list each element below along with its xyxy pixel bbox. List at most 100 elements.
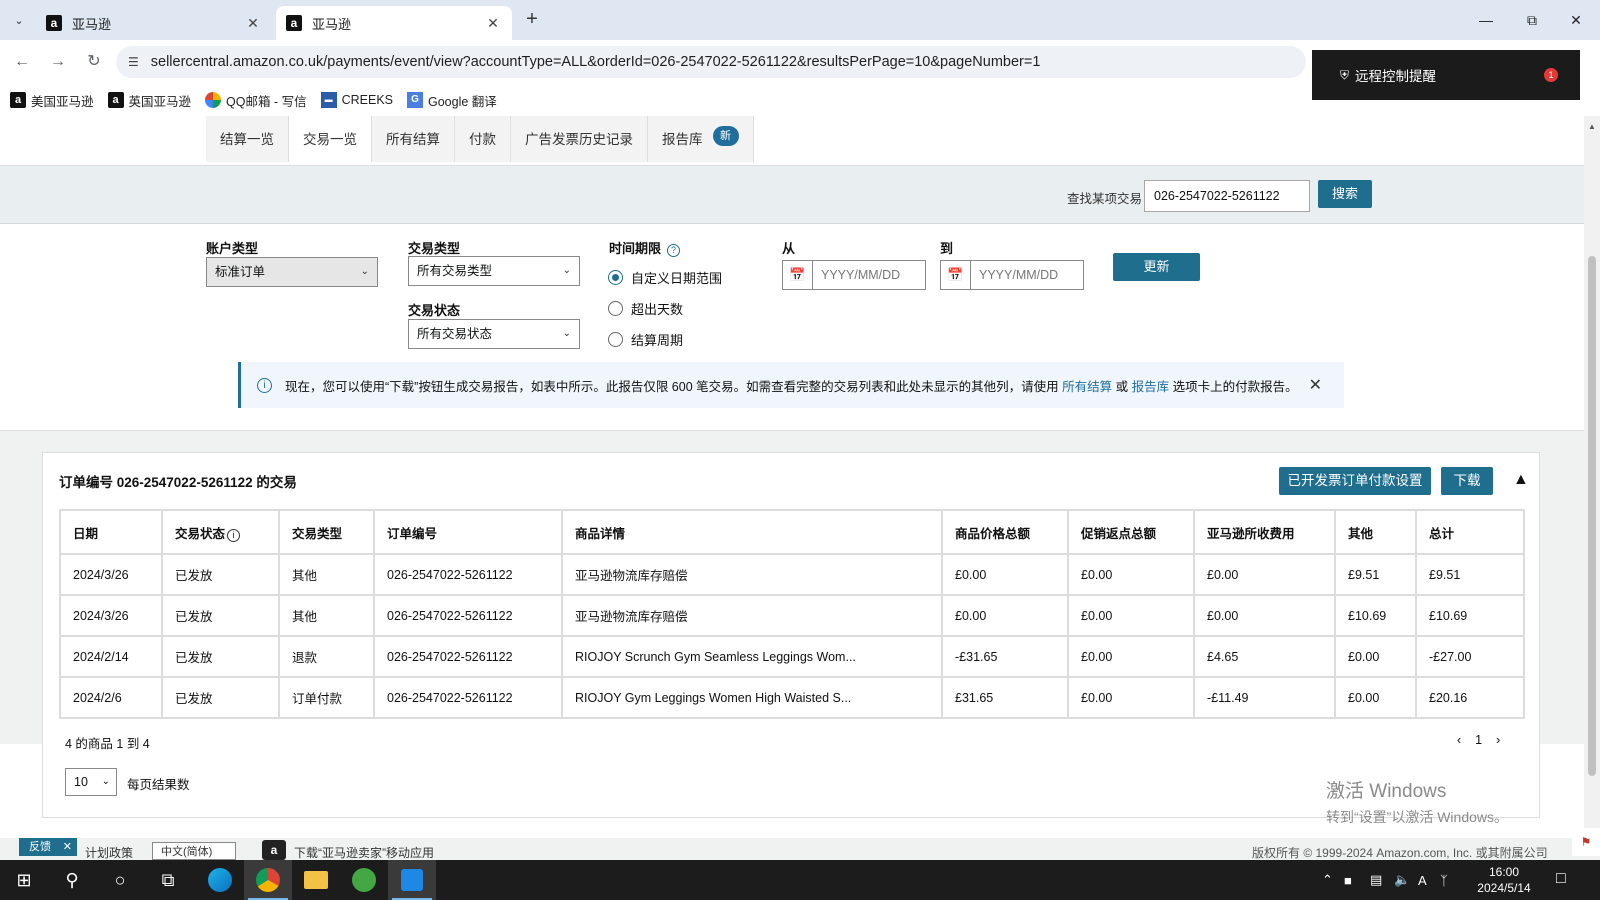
download-button[interactable]: 下载 <box>1441 467 1493 495</box>
new-tab-icon[interactable]: + <box>520 8 544 32</box>
browser-tab[interactable]: a 亚马逊 ✕ <box>36 6 272 40</box>
tray-app-icon[interactable]: ■ <box>1344 860 1352 900</box>
remote-control-notice[interactable]: ⛨ 远程控制提醒 1 <box>1312 50 1580 100</box>
time-period-label: 时间期限? <box>609 238 681 257</box>
scrollbar-thumb[interactable] <box>1588 256 1596 776</box>
cell-total-link[interactable]: -£27.00 <box>1415 635 1525 678</box>
cell-total-link[interactable]: £10.69 <box>1415 594 1525 637</box>
bookmark-uk-amazon[interactable]: a 英国亚马逊 <box>107 91 191 110</box>
page-scrollbar[interactable]: ▲ <box>1584 116 1600 860</box>
tab-close-icon[interactable]: ✕ <box>244 15 262 32</box>
tray-chevron-up-icon[interactable]: ⌃ <box>1322 860 1333 900</box>
results-per-page-select[interactable]: 10 ⌄ <box>65 768 117 796</box>
page-content: 结算一览 交易一览 所有结算 付款 广告发票历史记录 报告库 新 查找某项交易 … <box>0 116 1584 860</box>
to-date-input[interactable]: 📅 YYYY/MM/DD <box>940 260 1084 290</box>
chrome-icon[interactable] <box>244 860 292 900</box>
close-icon[interactable]: ✕ <box>1309 375 1322 395</box>
language-select[interactable]: 中文(简体) <box>152 842 236 860</box>
url-text[interactable]: sellercentral.amazon.co.uk/payments/even… <box>151 54 1041 70</box>
cell-order-id: 026-2547022-5261122 <box>373 676 563 719</box>
col-promo-rebate-total: 促销返点总额 <box>1067 509 1195 555</box>
next-page-icon[interactable]: › <box>1496 733 1500 747</box>
search-button[interactable]: 搜索 <box>1318 180 1372 208</box>
info-text-part: 选项卡上的付款报告。 <box>1169 379 1298 394</box>
transaction-status-select[interactable]: 所有交易状态 ⌄ <box>408 319 580 349</box>
account-type-select[interactable]: 标准订单 ⌄ <box>206 257 378 287</box>
file-explorer-icon[interactable] <box>292 860 340 900</box>
date-placeholder: YYYY/MM/DD <box>979 268 1059 282</box>
help-icon[interactable]: ? <box>667 244 681 257</box>
radio-beyond-days[interactable]: 超出天数 <box>608 299 683 318</box>
green-app-icon[interactable] <box>340 860 388 900</box>
task-view-icon[interactable]: ⧉ <box>144 860 192 900</box>
back-icon[interactable]: ← <box>10 50 34 74</box>
transaction-type-select[interactable]: 所有交易类型 ⌄ <box>408 256 580 286</box>
tab-ad-invoice-history[interactable]: 广告发票历史记录 <box>511 116 648 162</box>
url-omnibox[interactable]: ☰ sellercentral.amazon.co.uk/payments/ev… <box>116 46 1306 78</box>
info-icon[interactable]: i <box>227 528 241 542</box>
bookmark-google-translate[interactable]: G Google 翻译 <box>407 91 497 110</box>
feedback-button[interactable]: 反馈 ✕ <box>19 838 77 856</box>
reports-repository-link[interactable]: 报告库 <box>1132 380 1170 394</box>
bookmark-label: 美国亚马逊 <box>31 94 94 109</box>
network-icon[interactable]: ▤ <box>1370 860 1382 900</box>
tab-label: 付款 <box>469 132 496 147</box>
program-policies-link[interactable]: 计划政策 <box>85 844 133 860</box>
radio-settlement-period[interactable]: 结算周期 <box>608 330 683 349</box>
warning-icon[interactable]: ▲ <box>1513 471 1529 489</box>
tab-close-icon[interactable]: ✕ <box>484 15 502 32</box>
restore-icon[interactable]: ⧉ <box>1512 8 1552 32</box>
calendar-icon[interactable]: 📅 <box>941 261 971 289</box>
input-method-icon[interactable]: ᛉ <box>1440 860 1448 900</box>
bookmark-qq-mail[interactable]: QQ邮箱 - 写信 <box>205 91 307 110</box>
close-icon[interactable]: ✕ <box>63 838 72 856</box>
forward-icon[interactable]: → <box>46 50 70 74</box>
volume-icon[interactable]: 🔈 <box>1394 860 1410 900</box>
close-window-icon[interactable]: ✕ <box>1556 8 1596 32</box>
notifications-icon[interactable]: □ <box>1556 870 1566 888</box>
table-header-row: 日期 交易状态 i 交易类型 订单编号 商品详情 商品价格总额 促销返点总额 亚马… <box>59 509 1525 555</box>
tab-transaction-view[interactable]: 交易一览 <box>289 116 372 162</box>
reload-icon[interactable]: ↻ <box>82 50 106 74</box>
cortana-icon[interactable]: ○ <box>96 860 144 900</box>
site-info-icon[interactable]: ☰ <box>128 55 139 69</box>
cell-date: 2024/2/14 <box>59 635 163 678</box>
tab-settlement-summary[interactable]: 结算一览 <box>206 116 289 162</box>
scroll-up-icon[interactable]: ▲ <box>1588 122 1596 131</box>
download-app-link[interactable]: 下载“亚马逊卖家”移动应用 <box>294 844 434 860</box>
minimize-icon[interactable]: — <box>1466 8 1506 32</box>
radio-button[interactable] <box>608 301 623 316</box>
calendar-icon[interactable]: 📅 <box>783 261 813 289</box>
tab-disbursements[interactable]: 付款 <box>455 116 511 162</box>
tab-reports-repository[interactable]: 报告库 新 <box>648 116 754 162</box>
all-statements-link[interactable]: 所有结算 <box>1062 380 1112 394</box>
col-amazon-fees: 亚马逊所收费用 <box>1193 509 1336 555</box>
ime-indicator[interactable]: A <box>1418 860 1427 900</box>
prev-page-icon[interactable]: ‹ <box>1457 733 1461 747</box>
select-value: 所有交易状态 <box>417 327 493 341</box>
browser-tab-active[interactable]: a 亚马逊 ✕ <box>276 6 512 40</box>
radio-custom-range[interactable]: 自定义日期范围 <box>608 268 722 287</box>
select-value: 标准订单 <box>215 265 266 279</box>
radio-button[interactable] <box>608 270 623 285</box>
table-row: 2024/3/26 已发放 其他 026-2547022-5261122 亚马逊… <box>59 553 1525 596</box>
flag-icon[interactable]: ⚑ <box>1572 828 1600 856</box>
update-button[interactable]: 更新 <box>1113 253 1200 281</box>
search-input[interactable]: 026-2547022-5261122 <box>1144 180 1310 212</box>
edge-icon[interactable] <box>196 860 244 900</box>
cell-total-link[interactable]: £20.16 <box>1415 676 1525 719</box>
cell-total-link[interactable]: £9.51 <box>1415 553 1525 596</box>
tab-search-chevron-icon[interactable]: ⌄ <box>6 8 32 32</box>
system-clock[interactable]: 16:00 2024/5/14 <box>1466 864 1542 896</box>
tab-all-statements[interactable]: 所有结算 <box>372 116 455 162</box>
chevron-down-icon: ⌄ <box>562 265 571 276</box>
from-date-input[interactable]: 📅 YYYY/MM/DD <box>782 260 926 290</box>
bookmark-creeks[interactable]: ▬ CREEKS <box>320 92 393 108</box>
remote-app-icon[interactable] <box>388 860 436 900</box>
radio-button[interactable] <box>608 332 623 347</box>
invoiced-order-payment-settings-button[interactable]: 已开发票订单付款设置 <box>1279 467 1431 495</box>
search-icon[interactable]: ⚲ <box>48 860 96 900</box>
start-icon[interactable]: ⊞ <box>0 860 48 900</box>
current-page[interactable]: 1 <box>1475 733 1482 747</box>
bookmark-us-amazon[interactable]: a 美国亚马逊 <box>10 91 94 110</box>
